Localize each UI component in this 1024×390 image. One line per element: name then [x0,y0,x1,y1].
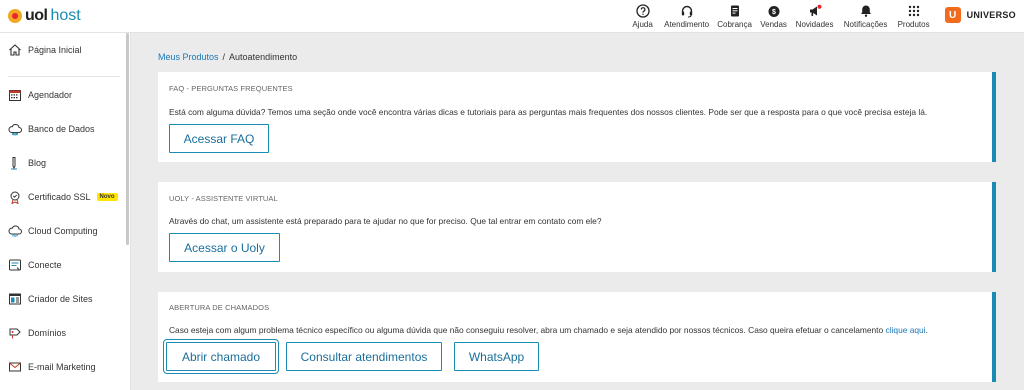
uoly-card-description: Através do chat, um assistente está prep… [169,216,602,226]
logo-uol-text: uol [25,7,48,24]
sidebar-item-agendador[interactable]: Agendador [0,80,128,110]
help-circle-icon [635,4,650,18]
sidebar-item-label: Agendador [28,90,73,100]
faq-card: FAQ - PERGUNTAS FREQUENTES Está com algu… [158,72,996,162]
topnav-label: Atendimento [664,20,710,29]
grid-icon [908,5,919,17]
pen-icon [11,157,17,170]
logo-host-text: host [50,7,81,24]
faq-card-title: FAQ - PERGUNTAS FREQUENTES [169,84,293,93]
topnav-label: Vendas [760,20,787,29]
sidebar-item-label: Criador de Sites [28,294,93,304]
sidebar-item-label: E-mail Marketing [28,362,96,372]
sidebar-item-label: Conecte [28,260,62,270]
money-bag-icon: $ [768,6,780,17]
uoly-card: UOLY - ASSISTENTE VIRTUAL Através do cha… [158,182,996,272]
cancelamento-link[interactable]: clique aqui [886,325,926,335]
chamados-card-description: Caso esteja com algum problema técnico e… [169,325,928,335]
sidebar-item-blog[interactable]: Blog [0,148,128,178]
sidebar-item-label: Certificado SSL [28,192,91,202]
universo-badge: U [944,7,961,23]
sidebar-item-label: Página Inicial [28,45,82,55]
breadcrumb-current: Autoatendimento [229,52,298,62]
topnav-label: Produtos [897,20,930,29]
consultar-atendimentos-button[interactable]: Consultar atendimentos [286,342,442,371]
headset-icon [681,5,692,18]
uoly-card-title: UOLY - ASSISTENTE VIRTUAL [169,194,278,203]
certificate-icon [10,191,20,204]
breadcrumb-meus-produtos[interactable]: Meus Produtos [158,52,219,62]
chamados-card: ABERTURA DE CHAMADOS Caso esteja com alg… [158,292,996,382]
universo-label: UNIVERSO [966,10,1016,20]
chamados-description-text: Caso esteja com algum problema técnico e… [169,325,886,335]
bell-icon [860,5,871,17]
sidebar-item-certificado-ssl[interactable]: Certificado SSL Novo [0,182,128,212]
calendar-icon [9,90,21,101]
topnav-label: Novidades [795,20,834,29]
domain-icon [9,328,21,339]
acessar-faq-button[interactable]: Acessar FAQ [169,124,269,153]
abrir-chamado-button[interactable]: Abrir chamado [163,339,279,374]
invoice-icon [730,5,739,17]
topnav-produtos[interactable]: Produtos [893,2,935,32]
universo-menu[interactable]: U UNIVERSO [939,2,1024,28]
cloud-icon [8,225,22,237]
description-trailing: . [925,325,928,335]
topnav-atendimento[interactable]: Atendimento [661,2,713,32]
site-builder-icon [9,293,21,305]
topnav-label: Ajuda [632,20,653,29]
uol-logo-icon [8,9,22,23]
sidebar: Página Inicial Agendador Banco de Dados … [0,33,131,390]
sidebar-item-label: Domínios [28,328,67,338]
database-cloud-icon [8,124,22,136]
uol-host-logo[interactable]: uol host [8,6,81,26]
connect-icon [9,259,21,271]
sidebar-item-criador-de-sites[interactable]: Criador de Sites [0,284,128,314]
breadcrumb: Meus Produtos / Autoatendimento [158,52,297,62]
top-bar: uol host Ajuda Atendimento Cobrança $ Ve… [0,0,1024,33]
top-nav: Ajuda Atendimento Cobrança $ Vendas Novi… [625,2,1024,32]
topnav-novidades[interactable]: Novidades [791,2,839,32]
sidebar-item-label: Blog [28,158,47,168]
topnav-cobranca[interactable]: Cobrança [713,2,757,32]
sidebar-item-email-marketing[interactable]: E-mail Marketing [0,352,128,382]
home-icon [9,44,21,56]
acessar-uoly-button[interactable]: Acessar o Uoly [169,233,280,262]
sidebar-item-pagina-inicial[interactable]: Página Inicial [0,35,128,65]
topnav-notificacoes[interactable]: Notificações [839,2,893,32]
faq-card-description: Está com alguma dúvida? Temos uma seção … [169,107,928,117]
sidebar-item-label: Banco de Dados [28,124,95,134]
email-icon [9,362,21,372]
sidebar-item-banco-de-dados[interactable]: Banco de Dados [0,114,128,144]
topnav-vendas[interactable]: $ Vendas [757,2,791,32]
svg-text:$: $ [772,9,776,16]
sidebar-divider [8,76,120,77]
megaphone-icon [809,4,822,16]
breadcrumb-separator: / [222,52,226,62]
new-badge: Novo [96,193,118,201]
whatsapp-button[interactable]: WhatsApp [454,342,539,371]
topnav-label: Cobrança [717,20,752,29]
sidebar-item-label: Cloud Computing [28,226,98,236]
topnav-label: Notificações [843,20,888,29]
chamados-card-title: ABERTURA DE CHAMADOS [169,303,270,312]
sidebar-item-conecte[interactable]: Conecte [0,250,128,280]
topnav-ajuda[interactable]: Ajuda [625,2,661,32]
sidebar-item-cloud-computing[interactable]: Cloud Computing [0,216,128,246]
sidebar-item-dominios[interactable]: Domínios [0,318,128,348]
